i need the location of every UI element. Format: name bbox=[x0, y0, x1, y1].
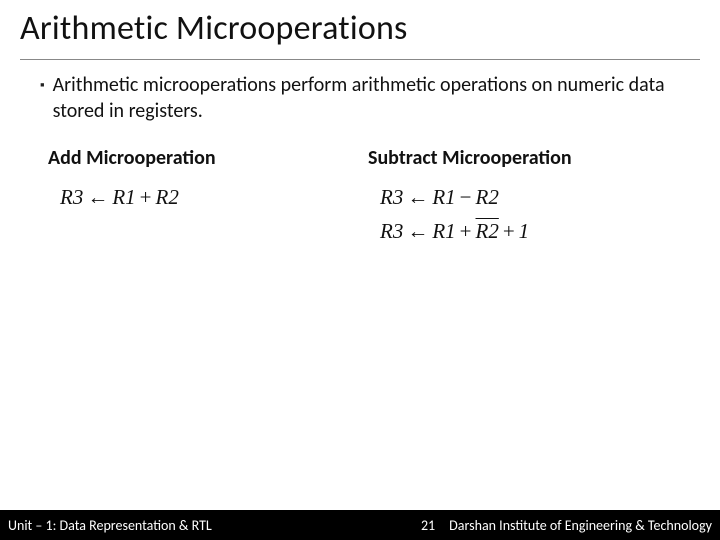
page-title: Arithmetic Microoperations bbox=[20, 8, 700, 49]
footer: Unit – 1: Data Representation & RTL 21 D… bbox=[0, 510, 720, 540]
eq-r1: R1 bbox=[432, 219, 455, 243]
title-wrap: Arithmetic Microoperations bbox=[0, 0, 720, 55]
column-subtract: Subtract Microoperation R3←R1−R2 R3←R1+R… bbox=[360, 146, 680, 248]
eq-r2: R2 bbox=[476, 185, 499, 209]
two-columns: Add Microoperation R3←R1+R2 Subtract Mic… bbox=[40, 146, 680, 248]
eq-lhs: R3 bbox=[60, 185, 83, 209]
sub-equation-1: R3←R1−R2 bbox=[360, 180, 680, 214]
arrow-icon: ← bbox=[403, 185, 432, 209]
add-equation: R3←R1+R2 bbox=[40, 180, 360, 214]
minus-op: − bbox=[456, 185, 476, 209]
plus-op: + bbox=[499, 219, 519, 243]
body: ▪ Arithmetic microoperations perform ari… bbox=[0, 60, 720, 248]
eq-r1: R1 bbox=[432, 185, 455, 209]
footer-org: Darshan Institute of Engineering & Techn… bbox=[449, 517, 720, 534]
footer-page: 21 bbox=[407, 517, 449, 534]
sub-equation-2: R3←R1+R2+1 bbox=[360, 214, 680, 248]
bullet-marker-icon: ▪ bbox=[40, 74, 45, 98]
plus-op: + bbox=[456, 219, 476, 243]
footer-unit: Unit – 1: Data Representation & RTL bbox=[0, 517, 212, 534]
arrow-icon: ← bbox=[83, 185, 112, 209]
eq-lhs: R3 bbox=[380, 219, 403, 243]
eq-lhs: R3 bbox=[380, 185, 403, 209]
eq-one: 1 bbox=[519, 219, 530, 243]
bullet-item: ▪ Arithmetic microoperations perform ari… bbox=[40, 72, 680, 124]
add-title: Add Microoperation bbox=[40, 146, 360, 170]
eq-r2: R2 bbox=[156, 185, 179, 209]
bullet-text: Arithmetic microoperations perform arith… bbox=[53, 72, 680, 124]
arrow-icon: ← bbox=[403, 219, 432, 243]
column-add: Add Microoperation R3←R1+R2 bbox=[40, 146, 360, 248]
sub-title: Subtract Microoperation bbox=[360, 146, 680, 170]
plus-op: + bbox=[136, 185, 156, 209]
eq-r1: R1 bbox=[112, 185, 135, 209]
slide: Arithmetic Microoperations ▪ Arithmetic … bbox=[0, 0, 720, 540]
eq-r2-complement: R2 bbox=[476, 219, 499, 243]
